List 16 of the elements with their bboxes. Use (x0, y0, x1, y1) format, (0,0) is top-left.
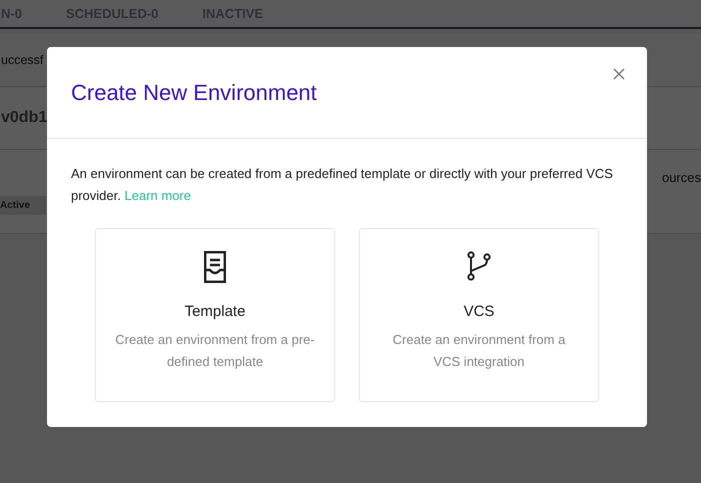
learn-more-link[interactable]: Learn more (124, 188, 191, 203)
status-badge: Active (0, 196, 46, 215)
description-text: An environment can be created from a predefined template or directly with your preferred VCS provider. Learn more (71, 165, 614, 205)
row-text: uccessf (1, 53, 44, 67)
option-card[interactable]: VCS Create an environment from a VCS integration (359, 228, 599, 402)
row-text: v0db1 (1, 109, 46, 127)
document-tray-icon (204, 251, 226, 283)
option-card[interactable]: Template Create an environment from a pre-defined template (95, 228, 335, 402)
close-icon[interactable] (613, 68, 625, 80)
option-description: Create an environment from a pre-defined template (115, 331, 315, 371)
option-title: Template (184, 303, 246, 320)
option-title: VCS (464, 303, 494, 320)
option-description: Create an environment from a VCS integration (392, 331, 566, 371)
branch-icon (467, 251, 491, 283)
modal-title: Create New Environment (71, 80, 317, 106)
row-text: ources (662, 169, 701, 185)
